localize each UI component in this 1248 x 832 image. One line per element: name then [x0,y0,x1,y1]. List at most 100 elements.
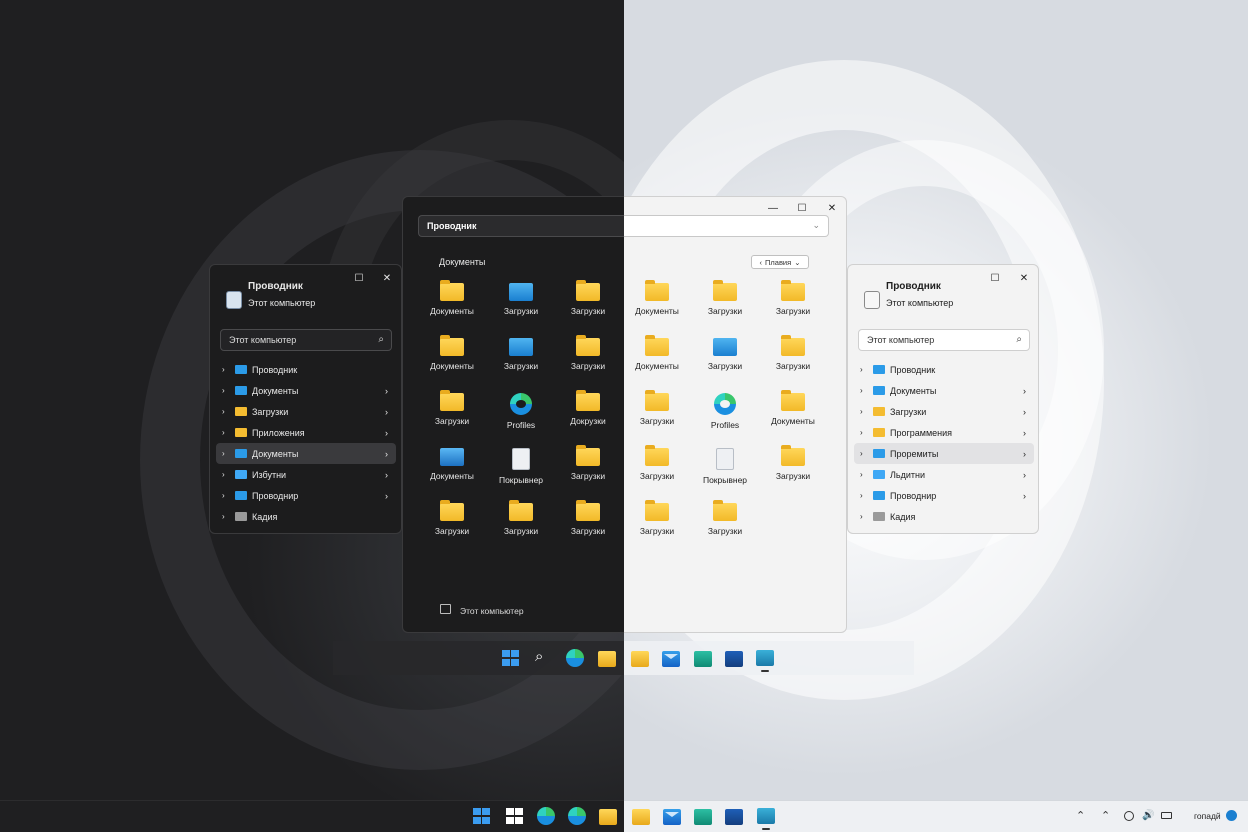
file-item[interactable]: Покрывнер [489,448,553,485]
chevron-right-icon[interactable]: › [385,470,388,480]
nav-item[interactable]: › Избутни › [216,464,396,485]
chevron-right-icon[interactable]: › [385,449,388,459]
search-icon[interactable]: ⌕ [535,649,553,666]
nav-item[interactable]: › Документы › [216,380,396,401]
chevron-right-icon[interactable]: › [1023,407,1026,417]
store-bag-icon[interactable] [756,650,774,666]
chevron-right-icon[interactable]: › [222,512,232,521]
store-icon[interactable] [725,809,743,825]
file-item[interactable]: Документы [761,390,825,426]
file-item[interactable]: Покрывнер [693,448,757,485]
edge-icon[interactable] [566,649,584,667]
file-item[interactable]: Загрузки [556,280,620,316]
nav-item[interactable]: › Проводнир › [216,485,396,506]
edge-icon[interactable] [568,807,586,825]
chevron-right-icon[interactable]: › [860,512,870,521]
file-explorer-icon[interactable] [599,809,617,825]
file-item[interactable]: Документы [420,335,484,371]
nav-item[interactable]: › Приложения › [216,422,396,443]
file-explorer-icon[interactable] [632,809,650,825]
chevron-right-icon[interactable]: › [860,470,870,479]
nav-item[interactable]: › Проводнир › [854,485,1034,506]
nav-item[interactable]: › Программения › [854,422,1034,443]
store-icon[interactable] [725,651,743,667]
file-item[interactable]: Загрузки [420,390,484,426]
mail-icon[interactable] [663,809,681,825]
chevron-right-icon[interactable]: › [385,428,388,438]
file-item[interactable]: Загрузки [556,445,620,481]
chevron-right-icon[interactable]: › [1023,449,1026,459]
file-item[interactable]: Загрузки [693,338,757,371]
file-item[interactable]: Profiles [489,393,553,430]
file-item[interactable]: Документы [420,280,484,316]
file-item[interactable]: Загрузки [556,500,620,536]
chevron-right-icon[interactable]: › [860,428,870,437]
edge-icon[interactable] [537,807,555,825]
nav-item[interactable]: › Документы › [216,443,396,464]
nav-item[interactable]: › Проводник [854,359,1034,380]
chevron-right-icon[interactable]: › [860,407,870,416]
nav-item[interactable]: › Проводник [216,359,396,380]
file-item[interactable]: Документы [625,280,689,316]
start-button[interactable] [473,808,491,824]
store-bag-icon[interactable] [757,808,775,824]
chevron-right-icon[interactable]: › [1023,491,1026,501]
maximize-button[interactable]: ☐ [984,269,1006,287]
task-view-icon[interactable] [506,808,524,824]
nav-item[interactable]: › Загрузки › [216,401,396,422]
network-icon[interactable] [1124,811,1134,821]
mail-icon[interactable] [694,651,712,667]
chevron-right-icon[interactable]: › [860,449,870,458]
file-item[interactable]: Докрузки [556,390,620,426]
file-item[interactable]: Загрузки [625,445,689,481]
chevron-right-icon[interactable]: › [222,449,232,458]
file-item[interactable]: Загрузки [489,283,553,316]
chevron-up-icon[interactable]: ⌃ [1101,809,1110,822]
address-bar-light[interactable]: ⌄ [624,215,829,237]
file-item[interactable]: Загрузки [761,445,825,481]
notification-badge[interactable] [1226,810,1237,821]
file-item[interactable]: Документы [420,448,484,481]
chevron-right-icon[interactable]: › [385,386,388,396]
file-item[interactable]: Загрузки [625,500,689,536]
chevron-right-icon[interactable]: › [222,428,232,437]
chevron-right-icon[interactable]: › [385,491,388,501]
chevron-right-icon[interactable]: › [860,365,870,374]
view-button[interactable]: ‹ Плавия ⌄ [751,255,809,269]
nav-item[interactable]: › Документы › [854,380,1034,401]
chevron-right-icon[interactable]: › [860,491,870,500]
close-button[interactable]: ✕ [1013,269,1035,287]
file-item[interactable]: Загрузки [693,500,757,536]
close-button[interactable]: ✕ [376,269,398,287]
nav-item[interactable]: › Кадия [854,506,1034,527]
file-item[interactable]: Загрузки [420,500,484,536]
mail-icon[interactable] [694,809,712,825]
file-item[interactable]: Документы [625,335,689,371]
search-input[interactable]: Этот компьютер ⌕ [858,329,1030,351]
volume-icon[interactable]: 🔊 [1142,810,1154,821]
battery-icon[interactable] [1161,812,1172,819]
chevron-right-icon[interactable]: › [385,407,388,417]
nav-item[interactable]: › Льдитни › [854,464,1034,485]
file-explorer-icon[interactable] [598,651,616,667]
address-bar[interactable]: Проводник [418,215,624,237]
maximize-button[interactable]: ☐ [348,269,370,287]
file-item[interactable]: Загрузки [625,390,689,426]
chevron-right-icon[interactable]: › [1023,428,1026,438]
file-item[interactable]: Загрузки [489,500,553,536]
start-button[interactable] [502,650,520,666]
nav-item[interactable]: › Проремиты › [854,443,1034,464]
chevron-right-icon[interactable]: › [222,491,232,500]
mail-icon[interactable] [662,651,680,667]
chevron-right-icon[interactable]: › [1023,386,1026,396]
file-item[interactable]: Загрузки [556,335,620,371]
nav-item[interactable]: › Кадия [216,506,396,527]
nav-item[interactable]: › Загрузки › [854,401,1034,422]
search-input[interactable]: Этот компьютер ⌕ [220,329,392,351]
chevron-right-icon[interactable]: › [222,407,232,416]
file-item[interactable]: Загрузки [761,335,825,371]
file-item[interactable]: Загрузки [693,280,757,316]
file-explorer-icon[interactable] [631,651,649,667]
chevron-right-icon[interactable]: › [222,470,232,479]
file-item[interactable]: Загрузки [761,280,825,316]
